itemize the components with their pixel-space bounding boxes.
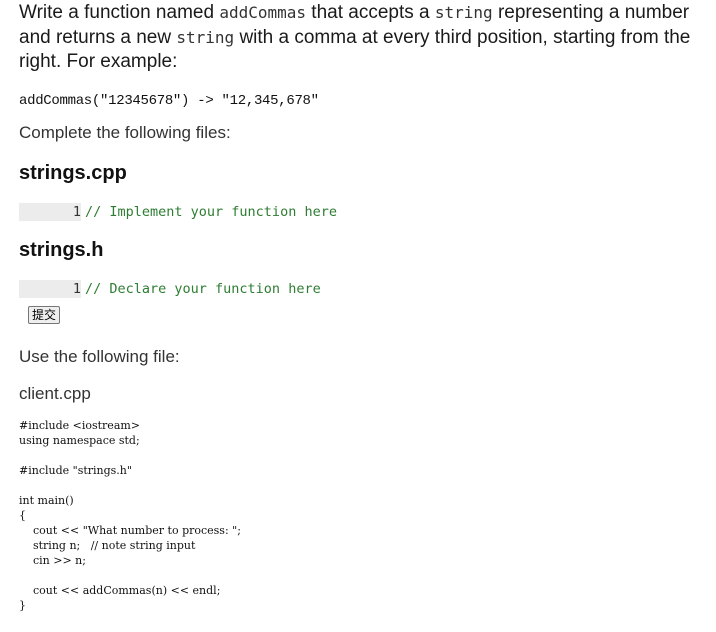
complete-files-label: Complete the following files: — [19, 122, 231, 142]
description-text: that accepts a — [306, 2, 435, 23]
line-number: 1 — [72, 280, 81, 297]
code-editor-strings-h[interactable]: 1 // Declare your function here — [19, 279, 706, 298]
description-text: Write a function named — [19, 2, 220, 23]
line-number-gutter: 1 — [19, 202, 81, 221]
example-code: addCommas("12345678") -> "12,345,678" — [19, 92, 319, 109]
submit-button[interactable]: 提交 — [28, 305, 61, 324]
use-file-label: Use the following file: — [19, 346, 180, 366]
function-name-code: addCommas — [219, 3, 307, 22]
client-file-name: client.cpp — [19, 383, 91, 403]
client-code-block: #include <iostream> using namespace std;… — [19, 418, 241, 612]
problem-page: Write a function named addCommas that ac… — [19, 0, 706, 613]
file-heading-strings-h: strings.h — [19, 238, 104, 261]
problem-description: Write a function named addCommas that ac… — [19, 0, 706, 75]
line-number-gutter: 1 — [19, 279, 81, 298]
line-number: 1 — [72, 203, 81, 220]
code-line[interactable]: // Declare your function here — [81, 280, 321, 298]
type-code: string — [176, 27, 235, 47]
code-editor-strings-cpp[interactable]: 1 // Implement your function here — [19, 202, 706, 221]
type-code: string — [434, 3, 493, 22]
file-heading-strings-cpp: strings.cpp — [19, 161, 127, 184]
code-line[interactable]: // Implement your function here — [81, 203, 337, 221]
